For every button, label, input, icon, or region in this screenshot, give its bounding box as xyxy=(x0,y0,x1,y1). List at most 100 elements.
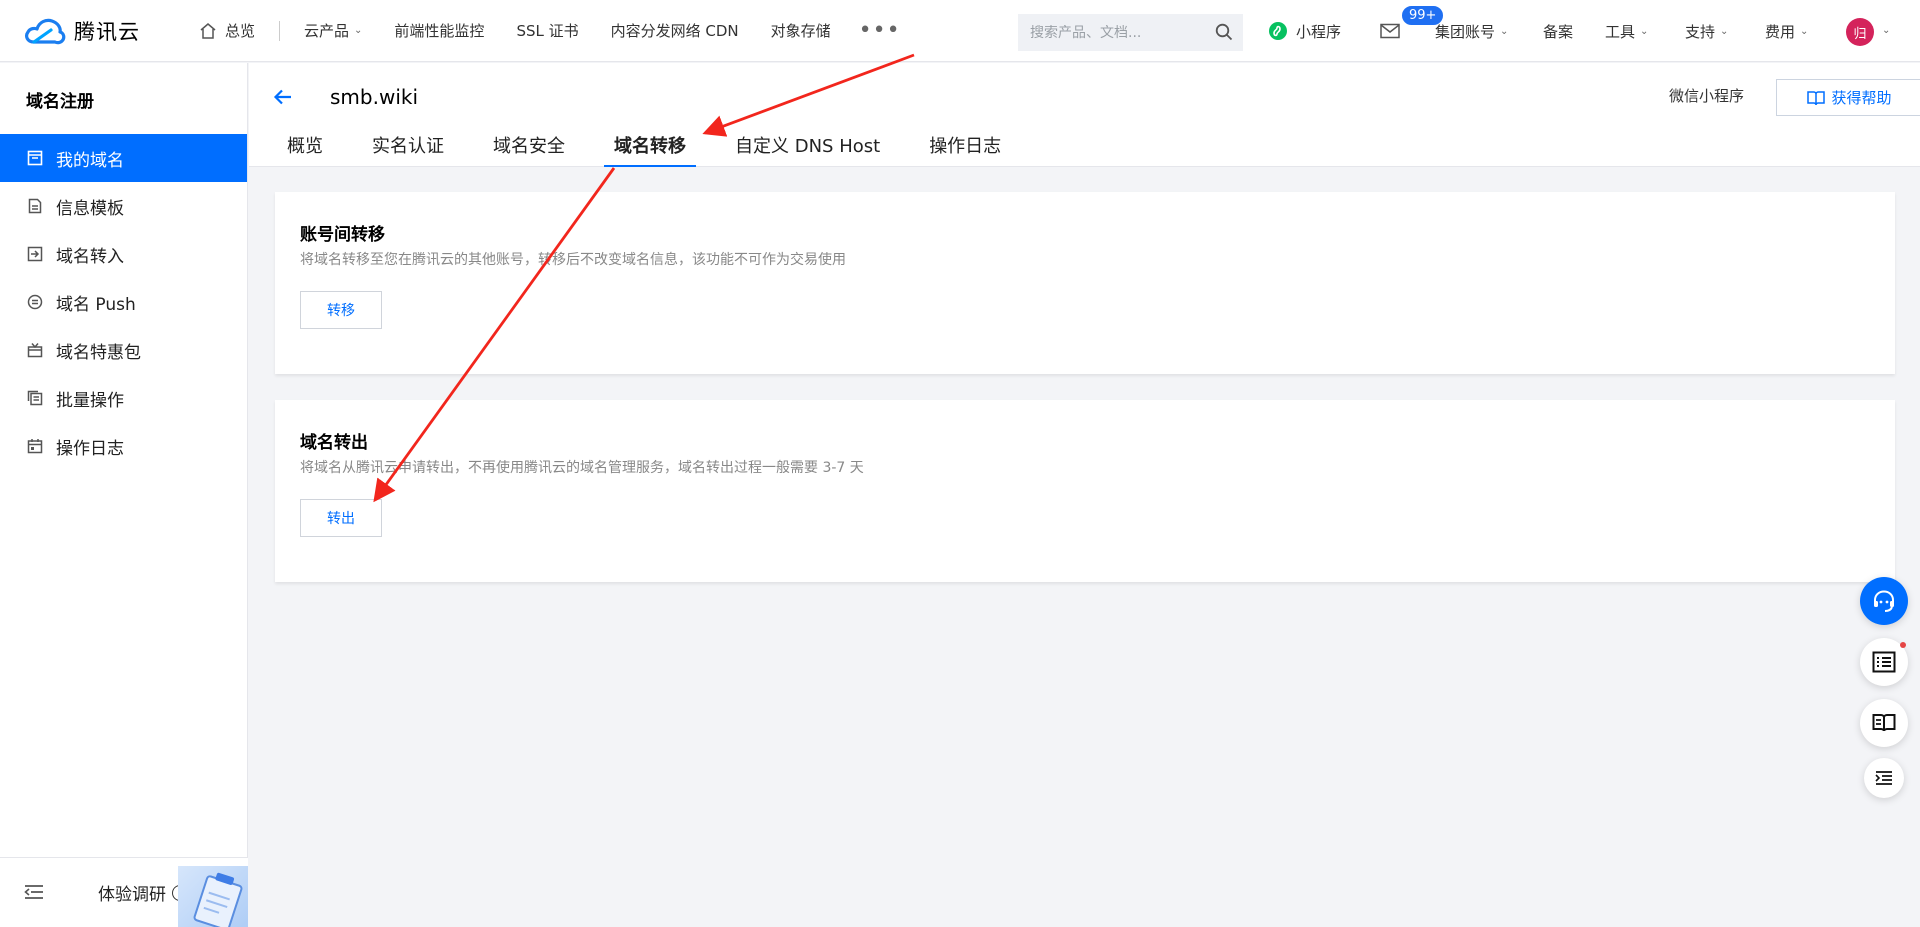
nav-cloud-products-label: 云产品 xyxy=(304,22,350,40)
tab-transfer[interactable]: 域名转移 xyxy=(604,130,696,167)
home-icon xyxy=(200,23,216,39)
account-transfer-card: 账号间转移 将域名转移至您在腾讯云的其他账号，转移后不改变域名信息，该功能不可作… xyxy=(275,192,1895,374)
more-icon[interactable]: ••• xyxy=(859,18,901,43)
messages-button[interactable] xyxy=(1380,0,1400,62)
chevron-down-icon: ⌄ xyxy=(1500,25,1509,37)
brand-name: 腾讯云 xyxy=(74,19,140,44)
sidebar: 域名注册 我的域名 信息模板 域名转入 域名 Push 域名特惠包 批量操作 操… xyxy=(0,63,248,927)
search-input[interactable] xyxy=(1030,24,1210,41)
nav-cdn[interactable]: 内容分发网络 CDN xyxy=(611,20,739,41)
survey-link[interactable]: 体验调研 › xyxy=(98,880,188,905)
tab-dns-host[interactable]: 自定义 DNS Host xyxy=(735,130,880,167)
mail-icon xyxy=(1380,23,1400,39)
calendar-icon xyxy=(26,437,44,455)
filing-label: 备案 xyxy=(1543,22,1574,41)
support-menu[interactable]: 支持 ⌄ xyxy=(1685,0,1728,62)
customer-service-button[interactable] xyxy=(1860,577,1908,625)
tab-security[interactable]: 域名安全 xyxy=(493,130,565,167)
sidebar-item-label: 操作日志 xyxy=(56,438,124,459)
nav-ssl-label: SSL 证书 xyxy=(516,22,579,40)
sidebar-item-batch[interactable]: 批量操作 xyxy=(0,374,247,422)
nav-divider xyxy=(279,20,281,41)
back-arrow-icon[interactable] xyxy=(273,87,293,107)
batch-icon xyxy=(26,389,44,407)
search-box[interactable] xyxy=(1018,14,1243,51)
avatar[interactable]: 归 xyxy=(1846,18,1874,46)
tab-bar: 概览 实名认证 域名安全 域名转移 自定义 DNS Host 操作日志 xyxy=(249,130,1001,167)
cloud-logo-icon xyxy=(25,18,66,44)
top-navigation-bar: 腾讯云 总览 云产品 ⌄ 前端性能监控 SSL 证书 内容分发网络 CDN 对象… xyxy=(0,0,1920,62)
headset-icon xyxy=(1874,590,1894,612)
nav-cloud-products[interactable]: 云产品 ⌄ xyxy=(304,20,362,41)
transfer-in-icon xyxy=(26,245,44,263)
domain-icon xyxy=(26,149,44,167)
tools-menu[interactable]: 工具 ⌄ xyxy=(1605,0,1648,62)
mini-program-icon xyxy=(1269,22,1287,40)
collapse-sidebar-icon[interactable] xyxy=(24,884,44,900)
sidebar-footer: 体验调研 › xyxy=(0,857,248,927)
page-title: smb.wiki xyxy=(330,85,419,109)
card-title: 账号间转移 xyxy=(300,225,385,245)
nav-ssl[interactable]: SSL 证书 xyxy=(516,20,578,41)
list-icon xyxy=(1872,651,1896,673)
wechat-mini-program-link[interactable]: 微信小程序 xyxy=(1669,85,1744,106)
sidebar-item-label: 信息模板 xyxy=(56,198,124,219)
notification-dot xyxy=(1900,642,1906,648)
nav-overview[interactable]: 总览 xyxy=(199,20,255,41)
tools-label: 工具 xyxy=(1605,22,1636,41)
get-help-button[interactable]: 获得帮助 xyxy=(1776,79,1920,116)
support-label: 支持 xyxy=(1685,22,1716,41)
content-header: smb.wiki 微信小程序 获得帮助 概览 实名认证 域名安全 域名转移 自定… xyxy=(249,63,1920,167)
docs-button[interactable] xyxy=(1860,699,1908,747)
sidebar-title: 域名注册 xyxy=(26,92,94,112)
chevron-down-icon: ⌄ xyxy=(1800,25,1809,37)
group-account-label: 集团账号 xyxy=(1435,22,1496,41)
tab-operation-log[interactable]: 操作日志 xyxy=(929,130,1001,167)
nav-cos[interactable]: 对象存储 xyxy=(771,20,831,41)
push-icon xyxy=(26,293,44,311)
book-icon xyxy=(1807,90,1826,105)
sidebar-item-transfer-in[interactable]: 域名转入 xyxy=(0,230,247,278)
card-description: 将域名转移至您在腾讯云的其他账号，转移后不改变域名信息，该功能不可作为交易使用 xyxy=(300,252,846,268)
chevron-down-icon: ⌄ xyxy=(354,25,363,36)
gift-icon xyxy=(26,341,44,359)
sidebar-item-label: 域名转入 xyxy=(56,246,124,267)
group-account-menu[interactable]: 集团账号 ⌄ xyxy=(1435,0,1508,62)
menu-toggle-button[interactable] xyxy=(1864,758,1904,798)
search-icon[interactable] xyxy=(1215,23,1233,41)
nav-cos-label: 对象存储 xyxy=(770,22,831,40)
sidebar-item-my-domains[interactable]: 我的域名 xyxy=(0,134,247,182)
chevron-down-icon[interactable]: ⌄ xyxy=(1882,25,1890,36)
open-book-icon xyxy=(1872,714,1896,732)
filing-link[interactable]: 备案 xyxy=(1543,0,1573,62)
chevron-down-icon: ⌄ xyxy=(1720,25,1729,37)
chevron-down-icon: ⌄ xyxy=(1640,25,1649,37)
tab-real-name[interactable]: 实名认证 xyxy=(372,130,444,167)
mini-program-link[interactable]: 小程序 xyxy=(1268,0,1341,62)
sidebar-item-logs[interactable]: 操作日志 xyxy=(0,422,247,470)
nav-cdn-label: 内容分发网络 CDN xyxy=(610,22,739,40)
card-description: 将域名从腾讯云申请转出，不再使用腾讯云的域名管理服务，域名转出过程一般需要 3-… xyxy=(300,460,864,476)
template-icon xyxy=(26,197,44,215)
get-help-label: 获得帮助 xyxy=(1831,89,1892,107)
survey-illustration xyxy=(178,866,248,927)
sidebar-item-templates[interactable]: 信息模板 xyxy=(0,182,247,230)
billing-label: 费用 xyxy=(1765,22,1796,41)
tencent-cloud-logo[interactable]: 腾讯云 xyxy=(24,16,149,46)
sidebar-item-push[interactable]: 域名 Push xyxy=(0,278,247,326)
nav-overview-label: 总览 xyxy=(225,22,256,40)
indent-icon xyxy=(1875,771,1892,785)
transfer-button[interactable]: 转移 xyxy=(300,291,382,329)
transfer-out-card: 域名转出 将域名从腾讯云申请转出，不再使用腾讯云的域名管理服务，域名转出过程一般… xyxy=(275,400,1895,582)
card-title: 域名转出 xyxy=(300,433,368,453)
transfer-out-button[interactable]: 转出 xyxy=(300,499,382,537)
checklist-button[interactable] xyxy=(1860,638,1908,686)
nav-frontend-monitoring-label: 前端性能监控 xyxy=(394,22,485,40)
survey-label: 体验调研 xyxy=(98,885,166,905)
sidebar-item-bundles[interactable]: 域名特惠包 xyxy=(0,326,247,374)
tab-overview[interactable]: 概览 xyxy=(287,130,323,167)
nav-frontend-monitoring[interactable]: 前端性能监控 xyxy=(394,20,484,41)
sidebar-item-label: 我的域名 xyxy=(56,150,124,171)
sidebar-item-label: 批量操作 xyxy=(56,390,124,411)
billing-menu[interactable]: 费用 ⌄ xyxy=(1765,0,1808,62)
